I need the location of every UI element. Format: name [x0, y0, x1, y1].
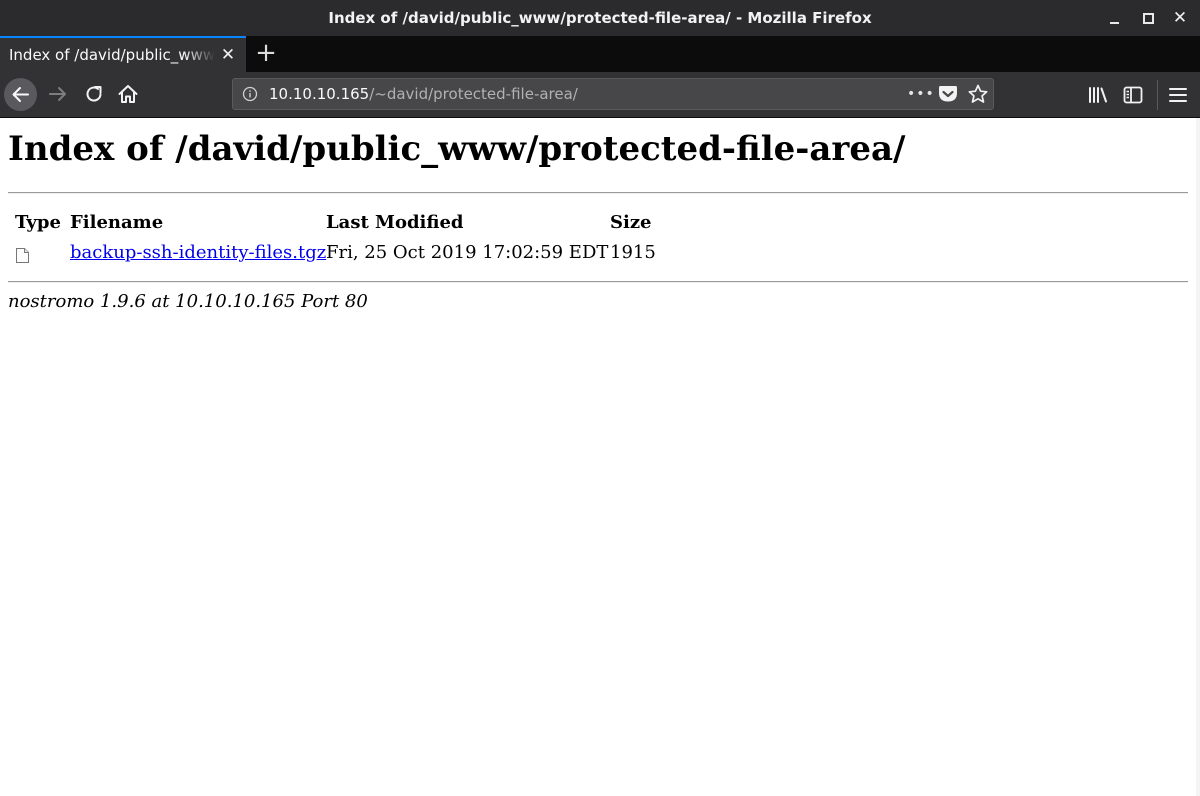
divider-top: [8, 192, 1188, 194]
back-icon: [12, 87, 29, 102]
tab-close-button[interactable]: ✕: [219, 45, 237, 65]
page-scroll-edge: [1196, 118, 1200, 796]
home-icon: [118, 85, 138, 103]
divider-bottom: [8, 281, 1188, 283]
pocket-icon[interactable]: [937, 84, 959, 104]
toolbar-divider: [1157, 80, 1158, 110]
reload-button[interactable]: [82, 82, 106, 106]
page-content: Index of /david/public_www/protected-fil…: [0, 118, 1200, 796]
library-button[interactable]: [1086, 83, 1110, 107]
new-tab-button[interactable]: +: [254, 40, 278, 68]
menu-button[interactable]: [1166, 83, 1190, 107]
star-icon[interactable]: [967, 83, 989, 105]
forward-button[interactable]: [46, 82, 70, 106]
file-size: 1915: [610, 242, 656, 263]
forward-icon: [49, 87, 66, 101]
maximize-button[interactable]: [1139, 9, 1157, 27]
file-link[interactable]: backup-ssh-identity-files.tgz: [70, 241, 326, 265]
tab-strip: Index of /david/public_www/protected-fil…: [0, 36, 1200, 72]
url-host: 10.10.10.165: [269, 85, 370, 103]
url-bar[interactable]: 10.10.10.165/~david/protected-file-area/…: [232, 78, 994, 110]
column-header-type: Type: [15, 212, 61, 233]
library-icon: [1089, 87, 1107, 103]
server-signature: nostromo 1.9.6 at 10.10.10.165 Port 80: [8, 291, 368, 312]
back-button[interactable]: [4, 78, 37, 111]
info-icon[interactable]: [242, 86, 258, 102]
nav-toolbar: 10.10.10.165/~david/protected-file-area/…: [0, 72, 1200, 118]
home-button[interactable]: [116, 82, 140, 106]
sidebar-button[interactable]: [1121, 83, 1145, 107]
tab-title: Index of /david/public_www/protected-fil…: [9, 46, 215, 64]
page-actions-button[interactable]: •••: [907, 84, 934, 104]
window-titlebar: Index of /david/public_www/protected-fil…: [0, 0, 1200, 36]
url-text[interactable]: 10.10.10.165/~david/protected-file-area/: [269, 79, 578, 109]
window-title: Index of /david/public_www/protected-fil…: [328, 9, 872, 27]
url-path: /~david/protected-file-area/: [369, 85, 578, 103]
file-icon: [16, 248, 29, 263]
file-last-modified: Fri, 25 Oct 2019 17:02:59 EDT: [326, 242, 609, 263]
sidebar-icon: [1123, 86, 1143, 104]
column-header-size: Size: [610, 212, 652, 233]
page-title: Index of /david/public_www/protected-fil…: [8, 129, 906, 169]
hamburger-menu-icon: [1169, 88, 1187, 102]
column-header-last-modified: Last Modified: [326, 212, 464, 233]
window-close-button[interactable]: ✕: [1171, 9, 1189, 27]
tab-active[interactable]: Index of /david/public_www/protected-fil…: [0, 36, 246, 72]
column-header-filename: Filename: [70, 212, 164, 233]
reload-icon: [86, 86, 102, 102]
minimize-button[interactable]: [1106, 9, 1124, 27]
